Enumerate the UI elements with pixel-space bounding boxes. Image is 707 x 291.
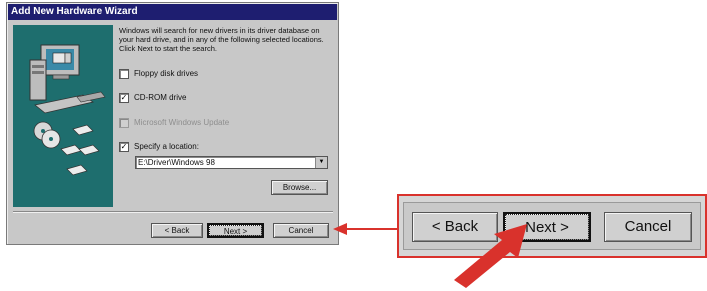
pointer-arrow-icon [454,224,527,288]
connector-arrow-icon [333,223,397,235]
annotation-layer [333,223,527,288]
